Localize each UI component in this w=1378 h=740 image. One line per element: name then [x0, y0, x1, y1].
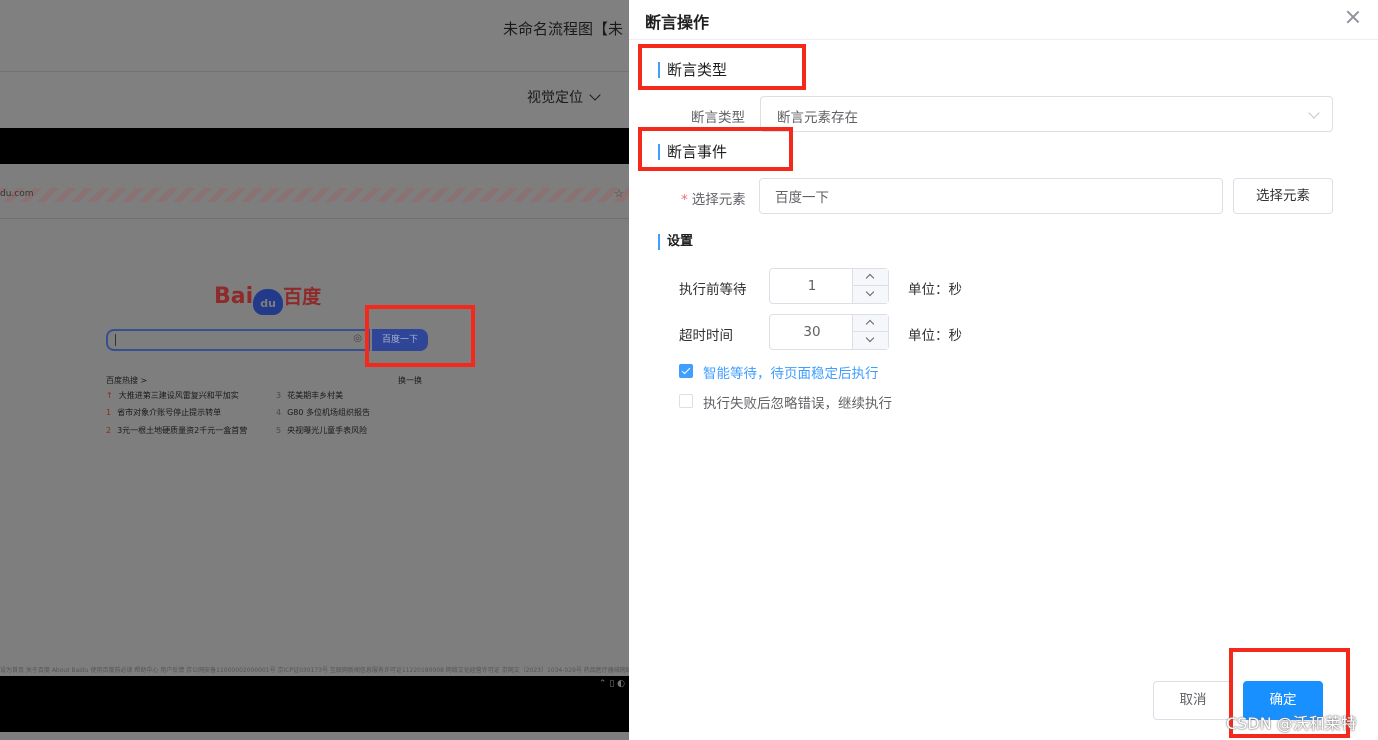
section-assert-type: 断言类型 [658, 61, 727, 79]
hot-item[interactable]: 1 省市对象介账号停止提示转单 [106, 407, 221, 418]
tray-icons: ⌃ ▯ ◐ [598, 679, 625, 689]
section-settings: 设置 [658, 233, 693, 251]
drawer-header: 断言操作 [629, 0, 1378, 40]
bottom-strip [0, 732, 629, 740]
hot-search-title: 百度热搜 > [106, 376, 148, 385]
timeout-value[interactable]: 30 [770, 315, 854, 349]
csdn-watermark: CSDN @沃和莱特 [1226, 714, 1357, 733]
assert-type-label: 断言类型 [691, 110, 745, 126]
ignore-error-checkbox-row[interactable]: 执行失败后忽略错误，继续执行 [679, 392, 979, 412]
close-icon[interactable] [1345, 9, 1361, 25]
required-asterisk: * [681, 192, 688, 208]
assert-type-value: 断言元素存在 [777, 110, 858, 126]
hot-item[interactable]: 4 G80 多位机场组织报告 [276, 407, 370, 418]
select-element-label: * 选择元素 [681, 192, 746, 208]
drawer-title: 断言操作 [645, 13, 710, 32]
timeout-unit: 单位：秒 [908, 328, 962, 344]
embedded-browser [0, 164, 629, 676]
assert-type-select[interactable]: 断言元素存在 [760, 96, 1333, 132]
select-element-input[interactable] [759, 178, 1223, 214]
hot-search-swap[interactable]: 换一换 [398, 375, 422, 386]
browser-status-bar: ⌃ ▯ ◐ [0, 676, 629, 696]
visual-locate-label: 视觉定位 [527, 90, 583, 106]
baidu-search-input[interactable]: ◎ [106, 329, 370, 351]
ignore-error-checkbox[interactable] [679, 394, 693, 408]
stepper-controls [852, 269, 888, 303]
baidu-search-button[interactable]: 百度一下 [372, 329, 428, 351]
decrement-icon[interactable] [853, 286, 888, 303]
smart-wait-label: 智能等待，待页面稳定后执行 [703, 366, 879, 382]
background-app: 未命名流程图【未 视觉定位 du.com ☆ Bai du 百度 ◎ 百度一下 百度… [0, 0, 629, 740]
hot-item[interactable]: ↑ 大推进第三建设风雷复兴和平加实 [106, 390, 239, 401]
wait-before-label: 执行前等待 [679, 282, 747, 298]
url-bar [0, 188, 629, 202]
decrement-icon[interactable] [853, 332, 888, 349]
select-element-button[interactable]: 选择元素 [1233, 178, 1333, 214]
assertion-drawer: 断言操作 断言类型 断言类型 断言元素存在 断言事件 *选择元素 选择元素 设置… [629, 0, 1378, 740]
browser-top-bar [0, 128, 629, 164]
ignore-error-label: 执行失败后忽略错误，继续执行 [703, 396, 892, 412]
bookmark-star-icon: ☆ [614, 187, 624, 200]
timeout-label: 超时时间 [679, 328, 733, 344]
cancel-button[interactable]: 取消 [1153, 681, 1233, 720]
baidu-footer: 设为首页 关于百度 About Baidu 使用百度前必读 帮助中心 用户反馈 … [0, 667, 629, 674]
timeout-stepper[interactable]: 30 [769, 314, 889, 350]
wait-before-value[interactable]: 1 [770, 269, 854, 303]
smart-wait-checkbox[interactable] [679, 364, 693, 378]
url-text: du.com [0, 189, 34, 199]
increment-icon[interactable] [853, 315, 888, 332]
baidu-logo: Bai du 百度 [214, 282, 321, 315]
app-title: 未命名流程图【未 [503, 20, 624, 38]
increment-icon[interactable] [853, 269, 888, 286]
hot-item[interactable]: 5 央视曝光儿童手表风险 [276, 425, 367, 436]
text-cursor [115, 334, 116, 346]
visual-locate-dropdown[interactable]: 视觉定位 [527, 87, 601, 107]
baidu-paw-icon: du [253, 289, 284, 315]
chevron-down-icon [1308, 107, 1320, 119]
hot-item[interactable]: 2 3元一根土地硬质量资2千元一盒首营 [106, 425, 247, 436]
camera-icon: ◎ [353, 333, 362, 344]
wait-before-stepper[interactable]: 1 [769, 268, 889, 304]
hot-item[interactable]: 3 花美期丰乡村美 [276, 390, 343, 401]
browser-bottom-bar [0, 696, 629, 732]
divider [0, 218, 629, 219]
wait-before-unit: 单位：秒 [908, 282, 962, 298]
smart-wait-checkbox-row[interactable]: 智能等待，待页面稳定后执行 [679, 362, 979, 382]
chevron-down-icon [589, 89, 601, 101]
section-assert-event: 断言事件 [658, 143, 727, 161]
stepper-controls [852, 315, 888, 349]
